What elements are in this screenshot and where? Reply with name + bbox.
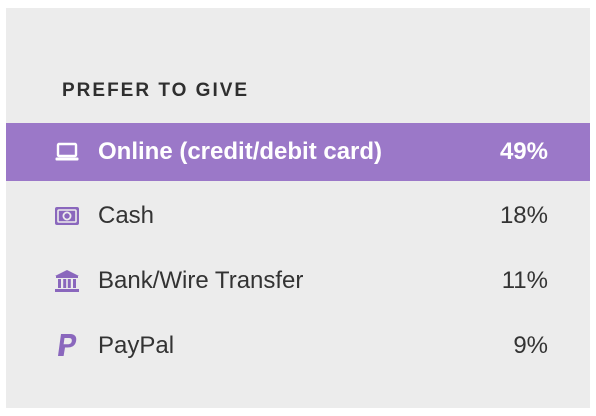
paypal-icon: [55, 334, 79, 357]
item-label: Cash: [98, 202, 155, 229]
item-label: Bank/Wire Transfer: [98, 267, 304, 294]
list-item-bank-transfer: Bank/Wire Transfer 11%: [6, 252, 590, 310]
item-label: PayPal: [98, 332, 175, 359]
bank-icon: [55, 270, 79, 292]
item-percent: 18%: [499, 202, 548, 229]
giving-preferences-panel: PREFER TO GIVE Online (credit/debit card…: [6, 8, 590, 408]
item-label: Online (credit/debit card): [98, 138, 383, 165]
laptop-icon: [55, 141, 79, 163]
section-title: PREFER TO GIVE: [62, 80, 250, 101]
cash-icon: [55, 205, 79, 227]
item-percent: 9%: [513, 332, 548, 359]
list-item-cash: Cash 18%: [6, 187, 590, 245]
item-percent: 49%: [499, 138, 548, 165]
item-percent: 11%: [501, 267, 548, 294]
list-item-online: Online (credit/debit card) 49%: [6, 123, 590, 181]
list-item-paypal: PayPal 9%: [6, 317, 590, 375]
